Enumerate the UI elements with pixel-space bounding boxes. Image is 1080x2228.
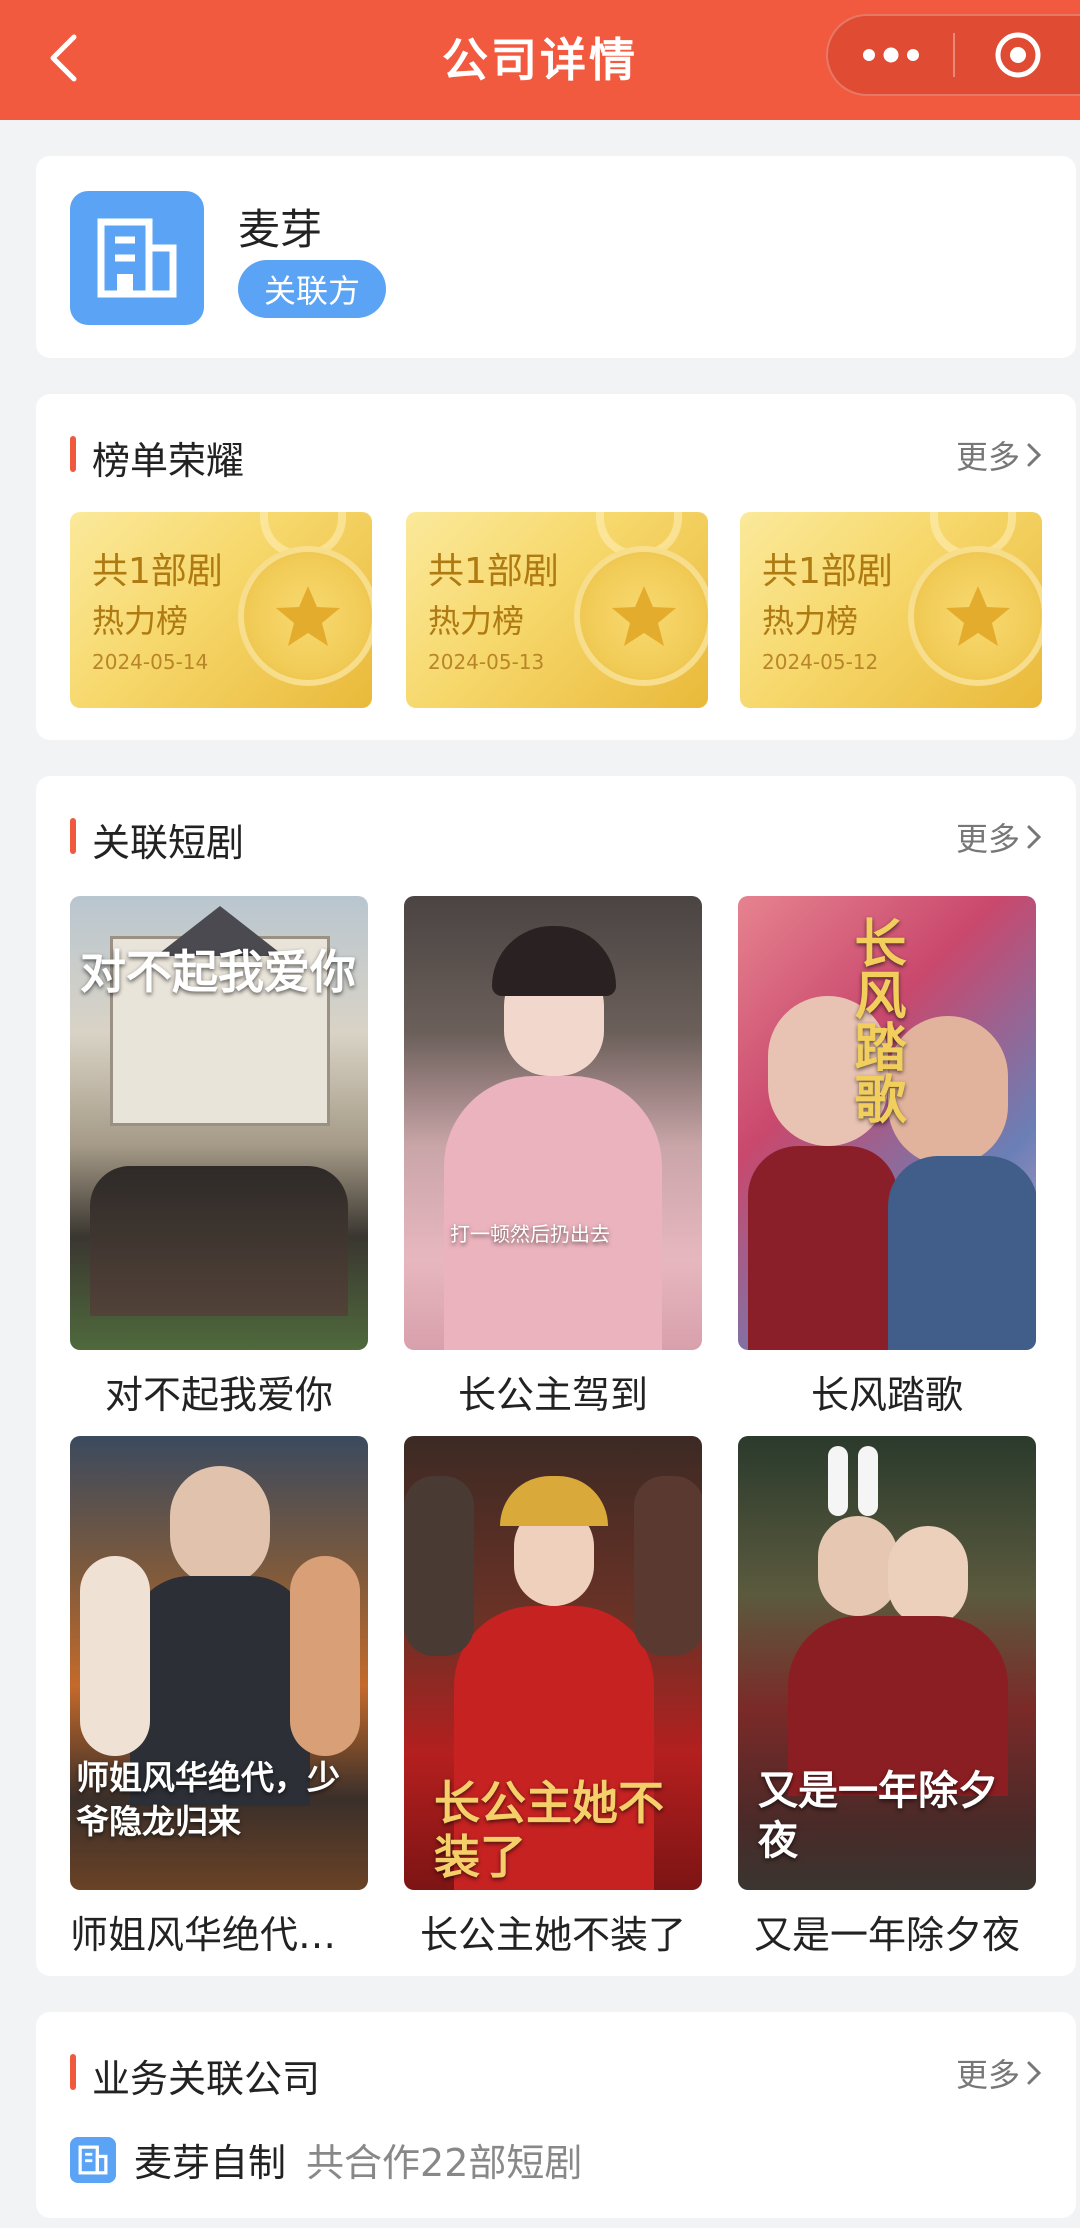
section-title: 业务关联公司: [92, 2057, 321, 2101]
ranking-badge[interactable]: 共1部剧 热力榜 2024-05-14: [70, 512, 372, 708]
top-nav-bar: 公司详情: [0, 0, 1080, 120]
ranking-badge[interactable]: 共1部剧 热力榜 2024-05-13: [406, 512, 708, 708]
more-label: 更多: [955, 438, 1020, 476]
ranking-badge[interactable]: 共1部剧 热力榜 2024-05-12: [740, 512, 1042, 708]
show-title: 长公主她不装了: [419, 1913, 686, 1957]
show-item[interactable]: 师姐风华绝代，少爷隐龙归来 师姐风华绝代…: [70, 1436, 368, 1959]
show-title: 又是一年除夕夜: [753, 1913, 1020, 1957]
show-title: 对不起我爱你: [104, 1373, 333, 1417]
mini-program-capsule: [826, 14, 1080, 96]
partner-company-name: 麦芽自制: [134, 2141, 287, 2185]
medal-star-icon: [238, 546, 372, 686]
related-shows-card: 关联短剧 更多 对不起我爱你 对不起我爱你 打一顿然后扔出去 长公主驾到 长风踏…: [36, 776, 1076, 1976]
partners-header: 业务关联公司 更多: [70, 2012, 1042, 2132]
shows-header: 关联短剧 更多: [70, 776, 1042, 896]
rankings-more-link[interactable]: 更多: [956, 432, 1042, 478]
badge-date: 2024-05-13: [428, 650, 545, 674]
shows-more-link[interactable]: 更多: [956, 814, 1042, 860]
more-menu-button[interactable]: [828, 16, 953, 94]
poster-title-art: 又是一年除夕夜: [758, 1767, 998, 1864]
section-accent-bar: [70, 436, 76, 472]
company-logo: [70, 191, 204, 325]
partner-companies-card: 业务关联公司 更多 麦芽自制 共合作22部短剧: [36, 2012, 1076, 2218]
badge-date: 2024-05-12: [762, 650, 879, 674]
badge-list-name: 热力榜: [92, 602, 189, 640]
badge-list-name: 热力榜: [428, 602, 525, 640]
badge-list-name: 热力榜: [762, 602, 859, 640]
show-poster: 又是一年除夕夜: [738, 1436, 1036, 1890]
show-title: 长风踏歌: [810, 1373, 963, 1417]
medal-star-icon: [574, 546, 708, 686]
more-label: 更多: [955, 2056, 1020, 2094]
show-poster: 对不起我爱你: [70, 896, 368, 1350]
badge-count: 共1部剧: [92, 551, 223, 592]
more-label: 更多: [955, 820, 1020, 858]
partner-company-row[interactable]: 麦芽自制 共合作22部短剧: [70, 2132, 582, 2187]
section-accent-bar: [70, 2054, 76, 2090]
related-party-badge: 关联方: [238, 260, 387, 318]
section-title: 关联短剧: [92, 821, 245, 865]
building-icon: [97, 218, 177, 298]
poster-title-art: 长风踏歌: [845, 916, 906, 1124]
poster-title-art: 师姐风华绝代，少爷隐龙归来: [76, 1758, 340, 1841]
rankings-header: 榜单荣耀 更多: [70, 394, 1042, 514]
section-title: 榜单荣耀: [92, 439, 245, 483]
target-icon: [995, 32, 1040, 78]
chevron-right-icon: [1027, 443, 1042, 467]
show-poster: 长风踏歌: [738, 896, 1036, 1350]
rankings-card: 榜单荣耀 更多 共1部剧 热力榜 2024-05-14 共1部剧 热力榜 202…: [36, 394, 1076, 740]
badge-count: 共1部剧: [762, 551, 893, 592]
building-icon: [70, 2136, 116, 2183]
show-title: 师姐风华绝代…: [70, 1913, 337, 1957]
medal-star-icon: [908, 546, 1042, 686]
poster-caption: 打一顿然后扔出去: [450, 1222, 610, 1246]
show-item[interactable]: 对不起我爱你 对不起我爱你: [70, 896, 368, 1419]
show-item[interactable]: 长公主她不装了 长公主她不装了: [404, 1436, 702, 1959]
more-dots-icon: [862, 47, 919, 63]
partner-collab-count: 共合作22部短剧: [306, 2141, 583, 2185]
show-item[interactable]: 又是一年除夕夜 又是一年除夕夜: [738, 1436, 1036, 1959]
close-mini-program-button[interactable]: [955, 16, 1080, 94]
show-item[interactable]: 打一顿然后扔出去 长公主驾到: [404, 896, 702, 1419]
show-poster: 师姐风华绝代，少爷隐龙归来: [70, 1436, 368, 1890]
partners-more-link[interactable]: 更多: [956, 2050, 1042, 2096]
chevron-right-icon: [1027, 825, 1042, 849]
company-name: 麦芽: [238, 205, 323, 254]
badge-date: 2024-05-14: [92, 650, 209, 674]
poster-title-art: 对不起我爱你: [80, 945, 356, 999]
show-item[interactable]: 长风踏歌 长风踏歌: [738, 896, 1036, 1419]
show-title: 长公主驾到: [457, 1373, 648, 1417]
section-accent-bar: [70, 818, 76, 854]
badge-count: 共1部剧: [428, 551, 559, 592]
poster-title-art: 长公主她不装了: [434, 1776, 664, 1884]
chevron-right-icon: [1027, 2061, 1042, 2085]
show-poster: 长公主她不装了: [404, 1436, 702, 1890]
show-poster: 打一顿然后扔出去: [404, 896, 702, 1350]
company-card: 麦芽 关联方: [36, 156, 1076, 358]
